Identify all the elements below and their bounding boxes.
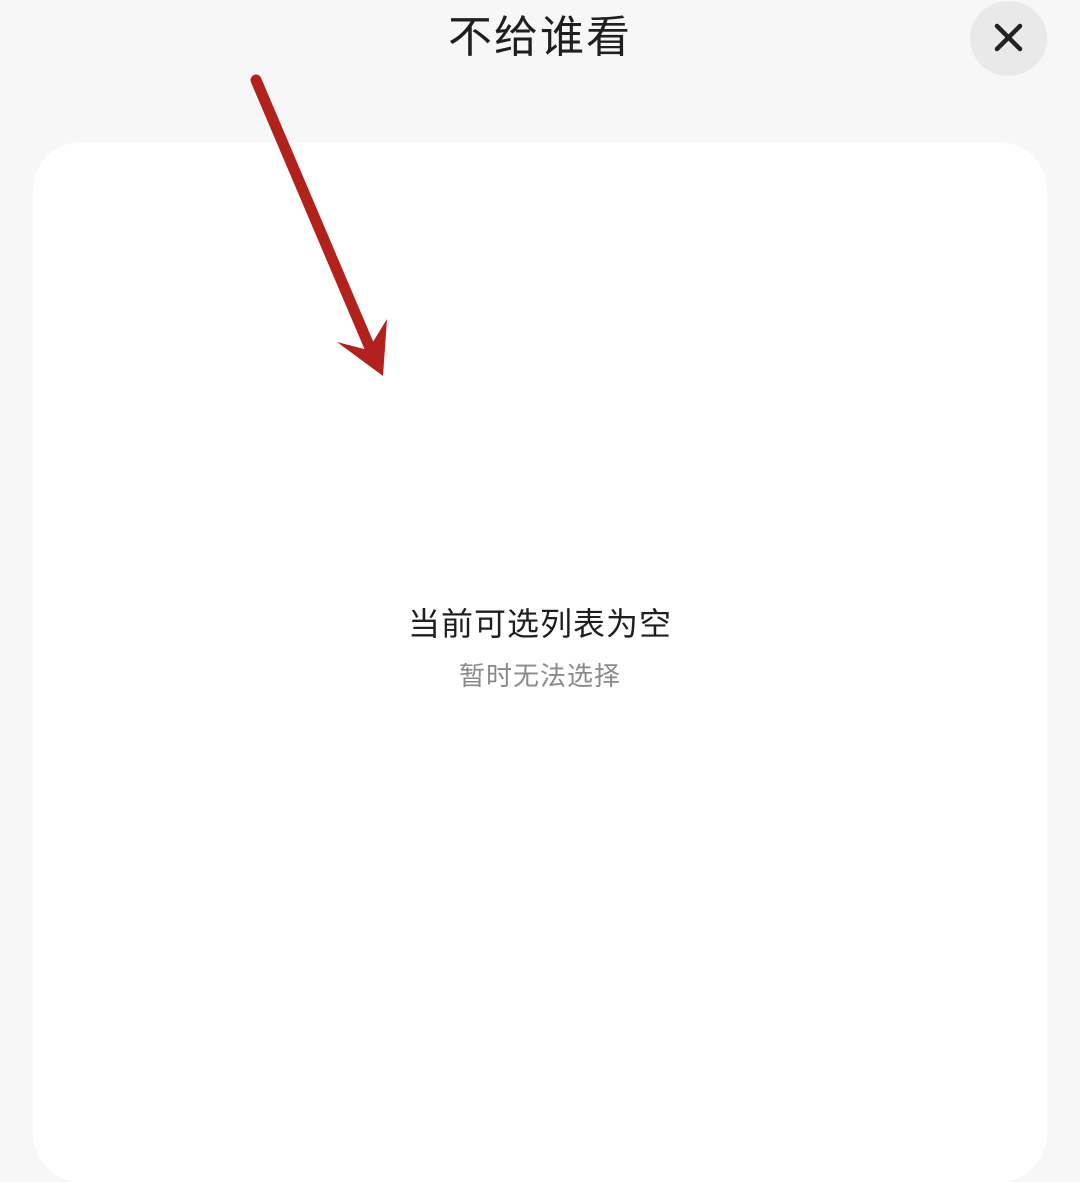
dialog-title: 不给谁看 [448, 12, 632, 63]
selection-list-panel: 当前可选列表为空 暂时无法选择 [33, 142, 1047, 1182]
empty-state-subtitle: 暂时无法选择 [458, 662, 621, 692]
close-button[interactable] [970, 1, 1047, 76]
dialog-header: 不给谁看 [0, 0, 1080, 100]
empty-state-title: 当前可选列表为空 [407, 605, 672, 643]
close-icon [994, 23, 1023, 52]
